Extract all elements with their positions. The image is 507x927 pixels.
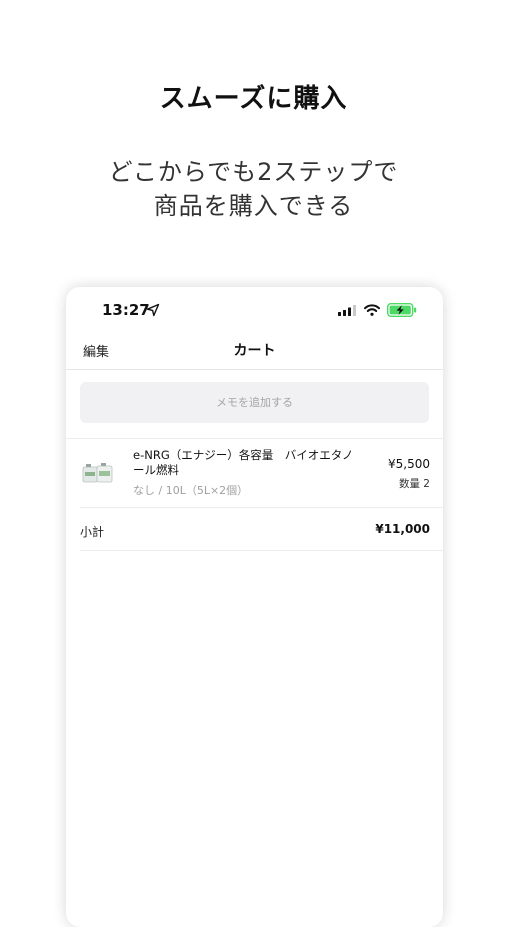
promo-headline: スムーズに購入 [159,84,348,114]
status-time: 13:27 [102,301,150,319]
nav-bar: 編集 カート [66,333,443,370]
location-arrow-icon [146,303,160,317]
divider [80,507,443,508]
product-quantity: 数量 2 [398,478,430,490]
product-name: e-NRG（エナジー）各容量 バイオエタノール燃料 [133,448,354,477]
divider [80,550,443,551]
cart-item[interactable]: e-NRG（エナジー）各容量 バイオエタノール燃料 なし / 10L（5L×2個… [66,439,443,507]
battery-charging-icon [387,303,417,317]
product-price: ¥5,500 [388,457,430,471]
page-title: カート [233,343,276,359]
product-thumbnail [80,455,116,491]
subtotal-label: 小計 [80,525,105,539]
product-variant: なし / 10L（5L×2個） [133,484,249,497]
cellular-signal-icon [338,305,356,316]
wifi-icon [364,304,380,316]
phone-screen: 13:27 編集 カート メモを追加する e-NRG（エナジー）各容量 バイオエ… [66,287,443,927]
status-bar: 13:27 [66,287,443,333]
promo-subline-2: 商品を購入できる [153,192,354,220]
subtotal-value: ¥11,000 [375,522,430,536]
add-memo-button[interactable]: メモを追加する [80,382,429,423]
promo-subline-1: どこからでも2ステップで [108,158,399,186]
